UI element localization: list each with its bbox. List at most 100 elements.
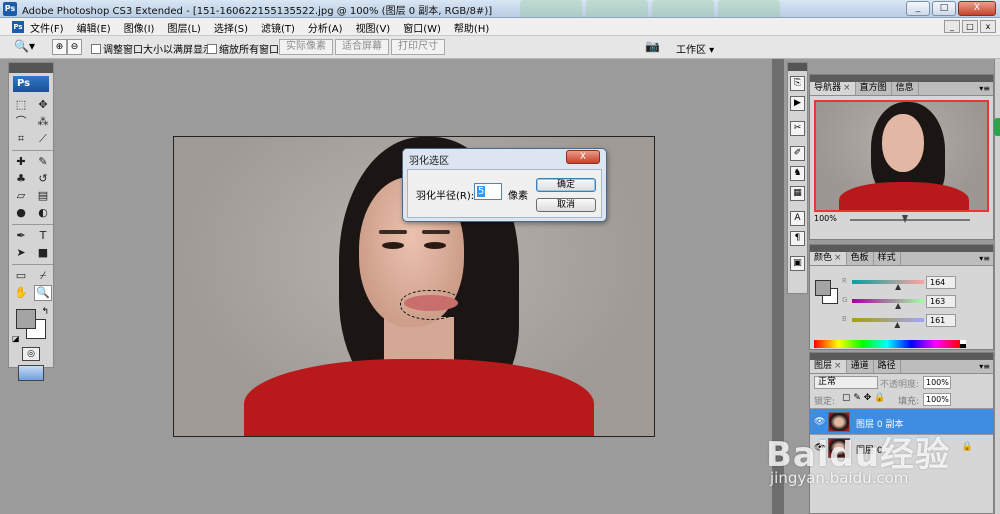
type-icon[interactable]: T bbox=[34, 228, 52, 244]
crop-icon[interactable]: ⌗ bbox=[12, 131, 30, 147]
slice-icon[interactable]: ⟋ bbox=[34, 131, 52, 147]
doc-minimize-button[interactable]: _ bbox=[944, 20, 960, 33]
swatches-icon[interactable]: ▣ bbox=[790, 256, 805, 271]
red-slider-track[interactable] bbox=[852, 280, 924, 284]
zoom-value[interactable]: 100% bbox=[814, 214, 837, 223]
path-select-icon[interactable]: ➤ bbox=[12, 245, 30, 261]
floating-widget-icon[interactable] bbox=[994, 118, 1000, 136]
tab-layers[interactable]: 图层 × bbox=[810, 360, 847, 373]
magic-wand-icon[interactable]: ⁂ bbox=[34, 114, 52, 130]
quick-mask-icon[interactable]: ◎ bbox=[22, 347, 40, 361]
tab-styles[interactable]: 样式 bbox=[874, 252, 901, 265]
menu-image[interactable]: 图像(I) bbox=[124, 20, 155, 35]
healing-icon[interactable]: ✚ bbox=[12, 154, 30, 170]
foreground-color-swatch[interactable] bbox=[16, 309, 36, 329]
zoom-slider[interactable] bbox=[850, 219, 970, 221]
zoom-out-icon[interactable]: ⊖ bbox=[67, 39, 82, 55]
resize-windows-checkbox[interactable]: 调整窗口大小以满屏显示 bbox=[91, 41, 213, 56]
close-icon[interactable]: × bbox=[843, 83, 851, 93]
panel-grip[interactable] bbox=[810, 75, 993, 82]
navigator-preview[interactable] bbox=[814, 100, 989, 212]
panel-menu-icon[interactable]: ▾≡ bbox=[979, 252, 993, 265]
fit-screen-button[interactable]: 适合屏幕 bbox=[335, 39, 389, 55]
fill-field[interactable]: 100% bbox=[923, 393, 951, 406]
eraser-icon[interactable]: ▱ bbox=[12, 188, 30, 204]
actual-pixels-button[interactable]: 实际像素 bbox=[279, 39, 333, 55]
notes-icon[interactable]: ▭ bbox=[12, 268, 30, 284]
stamp-icon[interactable]: ♣ bbox=[12, 171, 30, 187]
foreground-color-swatch[interactable] bbox=[815, 280, 831, 296]
tab-paths[interactable]: 路径 bbox=[874, 360, 901, 373]
cancel-button[interactable]: 取消 bbox=[536, 198, 596, 212]
blur-icon[interactable]: ● bbox=[12, 205, 30, 221]
black-white-ramp[interactable] bbox=[960, 340, 966, 348]
tab-info[interactable]: 信息 bbox=[892, 82, 919, 95]
close-icon[interactable]: × bbox=[834, 361, 842, 371]
menu-select[interactable]: 选择(S) bbox=[214, 20, 248, 35]
green-value-field[interactable]: 163 bbox=[926, 295, 956, 308]
minimize-button[interactable]: _ bbox=[906, 1, 930, 16]
menu-edit[interactable]: 编辑(E) bbox=[77, 20, 111, 35]
bridge-icon[interactable]: 📷 bbox=[645, 39, 663, 55]
doc-restore-button[interactable]: □ bbox=[962, 20, 978, 33]
panel-grip[interactable] bbox=[788, 63, 807, 71]
close-icon[interactable]: × bbox=[834, 253, 842, 263]
maximize-button[interactable]: □ bbox=[932, 1, 956, 16]
tool-presets-icon[interactable]: ✂ bbox=[790, 121, 805, 136]
history-brush-icon[interactable]: ↺ bbox=[34, 171, 52, 187]
green-slider-marker[interactable] bbox=[895, 303, 902, 309]
swap-colors-icon[interactable]: ↰ bbox=[41, 307, 49, 317]
close-button[interactable]: X bbox=[958, 1, 996, 16]
move-icon[interactable]: ✥ bbox=[34, 97, 52, 113]
tab-swatches[interactable]: 色板 bbox=[847, 252, 874, 265]
actions-icon[interactable]: ▶ bbox=[790, 96, 805, 111]
panel-grip[interactable] bbox=[9, 63, 53, 73]
menu-help[interactable]: 帮助(H) bbox=[454, 20, 489, 35]
eyedropper-icon[interactable]: ⌿ bbox=[34, 268, 52, 284]
menu-filter[interactable]: 滤镜(T) bbox=[261, 20, 295, 35]
workspace-menu[interactable]: 工作区 ▾ bbox=[676, 41, 714, 56]
dodge-icon[interactable]: ◐ bbox=[34, 205, 52, 221]
hand-icon[interactable]: ✋ bbox=[12, 285, 30, 301]
document-icon[interactable]: Ps bbox=[12, 21, 24, 33]
green-slider-track[interactable] bbox=[852, 299, 924, 303]
lasso-icon[interactable]: ⌒ bbox=[12, 114, 30, 130]
paragraph-icon[interactable]: ¶ bbox=[790, 231, 805, 246]
doc-close-button[interactable]: x bbox=[980, 20, 996, 33]
zoom-tool-preset-icon[interactable]: 🔍▾ bbox=[14, 39, 44, 55]
tab-navigator[interactable]: 导航器 × bbox=[810, 82, 856, 95]
red-slider-marker[interactable] bbox=[895, 284, 902, 290]
marquee-icon[interactable]: ⬚ bbox=[12, 97, 30, 113]
dialog-close-button[interactable]: X bbox=[566, 150, 600, 164]
panel-grip[interactable] bbox=[810, 353, 993, 360]
brushes-icon[interactable]: ✐ bbox=[790, 146, 805, 161]
clone-source-icon[interactable]: ♞ bbox=[790, 166, 805, 181]
blend-mode-select[interactable]: 正常 bbox=[814, 376, 878, 389]
panel-grip[interactable] bbox=[810, 245, 993, 252]
layer-comps-icon[interactable]: ▦ bbox=[790, 186, 805, 201]
zoom-icon[interactable]: 🔍 bbox=[34, 285, 52, 301]
tab-channels[interactable]: 通道 bbox=[847, 360, 874, 373]
feather-radius-input[interactable]: 5 bbox=[474, 183, 502, 200]
lock-icons[interactable]: ▢ ✎ ✥ 🔒 bbox=[842, 393, 885, 403]
tab-histogram[interactable]: 直方图 bbox=[856, 82, 892, 95]
print-size-button[interactable]: 打印尺寸 bbox=[391, 39, 445, 55]
blue-slider-marker[interactable] bbox=[894, 322, 901, 328]
menu-analysis[interactable]: 分析(A) bbox=[308, 20, 343, 35]
zoom-all-windows-checkbox[interactable]: 缩放所有窗口 bbox=[207, 41, 279, 56]
brush-icon[interactable]: ✎ bbox=[34, 154, 52, 170]
panel-menu-icon[interactable]: ▾≡ bbox=[979, 82, 993, 95]
menu-file[interactable]: 文件(F) bbox=[30, 20, 64, 35]
blue-slider-track[interactable] bbox=[852, 318, 924, 322]
history-icon[interactable]: ⎘ bbox=[790, 76, 805, 91]
default-colors-icon[interactable]: ◪ bbox=[12, 334, 20, 343]
zoom-in-icon[interactable]: ⊕ bbox=[52, 39, 67, 55]
menu-window[interactable]: 窗口(W) bbox=[403, 20, 441, 35]
shape-icon[interactable]: ■ bbox=[34, 245, 52, 261]
opacity-field[interactable]: 100% bbox=[923, 376, 951, 389]
color-spectrum-bar[interactable] bbox=[814, 340, 960, 348]
tab-color[interactable]: 颜色 × bbox=[810, 252, 847, 265]
blue-value-field[interactable]: 161 bbox=[926, 314, 956, 327]
menu-view[interactable]: 视图(V) bbox=[356, 20, 391, 35]
character-icon[interactable]: A bbox=[790, 211, 805, 226]
